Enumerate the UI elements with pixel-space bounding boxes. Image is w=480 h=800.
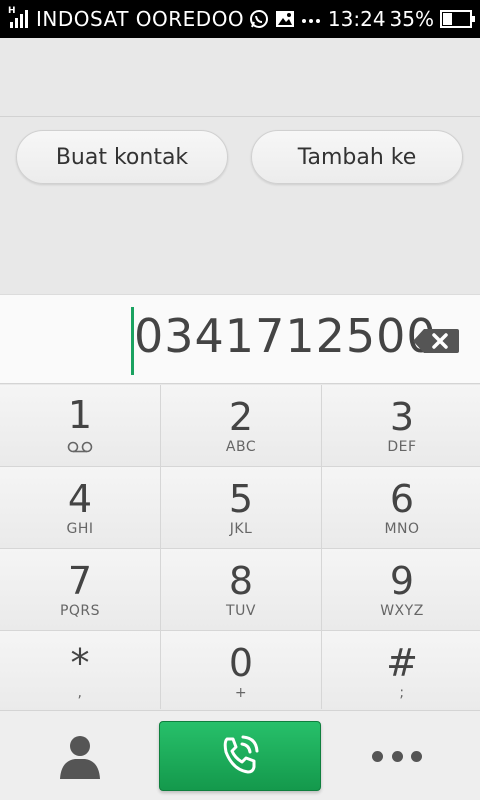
key-letters: WXYZ — [380, 602, 424, 619]
key-digit: 3 — [389, 394, 415, 439]
voicemail-icon — [67, 438, 93, 457]
key-1[interactable]: 1 — [0, 385, 160, 466]
key-4[interactable]: 4 GHI — [0, 467, 160, 548]
more-options-button[interactable] — [372, 741, 422, 771]
key-letters: PQRS — [59, 602, 101, 619]
signal-icon: H — [8, 6, 32, 30]
key-letters: JKL — [229, 520, 253, 537]
key-digit: 4 — [67, 476, 93, 521]
battery-icon — [440, 10, 475, 28]
key-3[interactable]: 3 DEF — [322, 385, 480, 466]
key-letters: GHI — [66, 520, 94, 537]
person-icon — [60, 736, 100, 779]
key-star[interactable]: * , — [0, 631, 160, 712]
key-digit: 1 — [67, 392, 93, 437]
call-button[interactable] — [159, 721, 321, 791]
key-digit: # — [386, 640, 418, 685]
key-7[interactable]: 7 PQRS — [0, 549, 160, 630]
more-notifications-icon — [300, 8, 322, 30]
battery-percent: 35% — [389, 7, 434, 31]
key-0[interactable]: 0 + — [161, 631, 321, 712]
number-display[interactable]: 0341712500 — [0, 294, 480, 384]
gallery-icon — [274, 8, 296, 30]
bottom-action-bar — [0, 710, 480, 800]
status-bar: H INDOSAT OOREDOO 13:24 35% — [0, 0, 480, 38]
dial-keypad: 1 2 ABC 3 DEF 4 GHI 5 JKL 6 MNO 7 PQRS 8… — [0, 385, 480, 712]
key-2[interactable]: 2 ABC — [161, 385, 321, 466]
key-digit: * — [70, 640, 90, 685]
phone-call-icon — [223, 735, 259, 774]
dialer-action-area: Buat kontak Tambah ke — [0, 38, 480, 294]
key-hash[interactable]: # ; — [322, 631, 480, 712]
key-letters: ; — [399, 684, 405, 701]
create-contact-button[interactable]: Buat kontak — [16, 130, 228, 184]
add-to-contact-button[interactable]: Tambah ke — [251, 130, 463, 184]
dot-icon — [391, 750, 403, 762]
key-5[interactable]: 5 JKL — [161, 467, 321, 548]
status-bar-left: H INDOSAT OOREDOO — [8, 6, 322, 31]
status-bar-right: 13:24 35% — [327, 7, 475, 31]
carrier-name: INDOSAT OOREDOO — [36, 7, 245, 31]
key-digit: 0 — [228, 640, 254, 685]
key-letters: + — [234, 684, 248, 701]
key-digit: 8 — [228, 558, 254, 603]
key-letters: TUV — [226, 602, 256, 619]
dialed-number[interactable]: 0341712500 — [134, 309, 437, 363]
key-digit: 6 — [389, 476, 415, 521]
contacts-button[interactable] — [55, 731, 105, 781]
key-8[interactable]: 8 TUV — [161, 549, 321, 630]
divider — [0, 116, 480, 117]
key-9[interactable]: 9 WXYZ — [322, 549, 480, 630]
key-digit: 9 — [389, 558, 415, 603]
key-digit: 2 — [228, 394, 254, 439]
dot-icon — [372, 750, 383, 762]
key-letters: , — [77, 684, 83, 701]
clock: 13:24 — [327, 7, 386, 31]
key-digit: 5 — [228, 476, 254, 521]
backspace-icon[interactable] — [412, 328, 460, 354]
key-letters: DEF — [387, 438, 417, 455]
key-letters: ABC — [225, 438, 257, 455]
key-letters: MNO — [384, 520, 420, 537]
whatsapp-icon — [248, 8, 270, 30]
network-type-label: H — [8, 6, 16, 16]
dot-icon — [411, 750, 422, 762]
key-6[interactable]: 6 MNO — [322, 467, 480, 548]
key-digit: 7 — [67, 558, 93, 603]
